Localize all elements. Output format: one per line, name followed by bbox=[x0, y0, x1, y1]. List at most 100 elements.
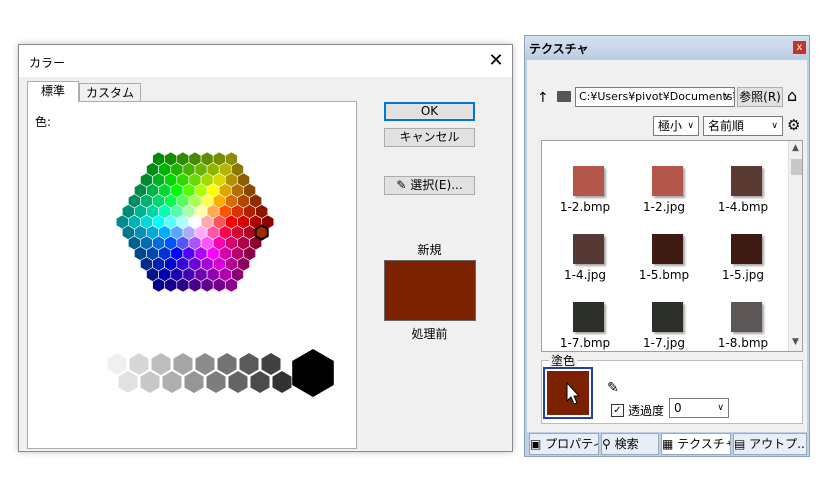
cursor-icon bbox=[566, 381, 581, 405]
outline-icon: ▤ bbox=[734, 437, 746, 451]
texture-item[interactable]: 1-5.bmp bbox=[625, 229, 703, 297]
tab-search[interactable]: ⚲ 検索 bbox=[601, 433, 659, 455]
chevron-down-icon: ∨ bbox=[771, 121, 778, 131]
eyedropper-icon: ✎ bbox=[396, 178, 407, 192]
texture-panel-title: テクスチャ bbox=[529, 42, 589, 56]
texture-grid: 1-2.bmp 1-2.jpg 1-4.bmp 1-4.jpg 1-5.bmp 1-5.j… bbox=[541, 140, 803, 352]
gray-cell[interactable] bbox=[150, 351, 172, 377]
size-value: 極小 bbox=[658, 119, 683, 133]
chevron-down-icon: ∨ bbox=[717, 403, 724, 413]
texture-name: 1-5.bmp bbox=[638, 268, 690, 282]
sort-order-dropdown[interactable]: 名前順 ∨ bbox=[703, 116, 783, 136]
selected-color-cell[interactable] bbox=[254, 224, 269, 241]
home-icon[interactable]: ⌂ bbox=[787, 86, 797, 105]
tab-properties[interactable]: ▣ プロパティ bbox=[529, 433, 599, 455]
gray-cell[interactable] bbox=[260, 351, 282, 377]
texture-name: 1-2.bmp bbox=[559, 200, 611, 214]
opacity-checkbox[interactable]: ✓ bbox=[611, 404, 624, 417]
texture-thumbnail bbox=[731, 234, 762, 264]
texture-icon: ▦ bbox=[662, 437, 674, 451]
tab-outline-label: アウトプ... bbox=[749, 437, 807, 451]
tab-standard[interactable]: 標準 bbox=[27, 81, 79, 102]
texture-thumbnail bbox=[573, 302, 604, 332]
texture-item[interactable]: 1-2.jpg bbox=[625, 161, 703, 229]
texture-panel: テクスチャ x ↑ C:¥Users¥pivot¥Documents¥ ∨ 参照… bbox=[524, 35, 810, 457]
paint-color-swatch[interactable] bbox=[543, 367, 593, 419]
texture-thumbnail bbox=[573, 234, 604, 264]
texture-thumbnail bbox=[573, 166, 604, 196]
gray-cell[interactable] bbox=[238, 351, 260, 377]
gray-cell[interactable] bbox=[128, 351, 150, 377]
scroll-thumb[interactable] bbox=[791, 159, 802, 175]
texture-item[interactable]: 1-8.bmp bbox=[704, 297, 782, 351]
gray-cell[interactable] bbox=[183, 369, 205, 395]
binoculars-icon: ⚲ bbox=[602, 437, 611, 451]
texture-thumbnail bbox=[731, 166, 762, 196]
opacity-label: 透過度 bbox=[628, 404, 665, 418]
tab-custom[interactable]: カスタム bbox=[79, 83, 141, 102]
texture-name: 1-4.jpg bbox=[564, 268, 606, 282]
cancel-button[interactable]: キャンセル bbox=[384, 128, 475, 147]
opacity-dropdown[interactable]: 0 ∨ bbox=[669, 398, 729, 418]
texture-name: 1-7.bmp bbox=[559, 336, 611, 350]
tab-texture[interactable]: ▦ テクスチャ bbox=[661, 433, 731, 455]
new-color-label: 新規 bbox=[417, 243, 442, 257]
chevron-down-icon: ∨ bbox=[687, 121, 694, 131]
tab-outline[interactable]: ▤ アウトプ... bbox=[733, 433, 807, 455]
tab-properties-label: プロパティ bbox=[545, 437, 599, 451]
gray-cell[interactable] bbox=[106, 351, 128, 377]
texture-item[interactable]: 1-7.bmp bbox=[546, 297, 624, 351]
gray-cell[interactable] bbox=[216, 351, 238, 377]
thumbnail-size-dropdown[interactable]: 極小 ∨ bbox=[653, 116, 699, 136]
up-arrow-icon[interactable]: ↑ bbox=[537, 90, 549, 106]
color-dialog: カラー ✕ 標準 カスタム 色: OK キャンセル ✎ 選択(E)... 新規 … bbox=[18, 44, 513, 452]
scroll-up-icon[interactable]: ▲ bbox=[792, 143, 799, 153]
new-color-swatch bbox=[384, 260, 476, 321]
gray-cell[interactable] bbox=[227, 369, 249, 395]
texture-item[interactable]: 1-2.bmp bbox=[546, 161, 624, 229]
texture-item[interactable]: 1-4.bmp bbox=[704, 161, 782, 229]
scroll-down-icon[interactable]: ▼ bbox=[792, 337, 799, 347]
texture-item[interactable]: 1-5.jpg bbox=[704, 229, 782, 297]
chevron-down-icon: ∨ bbox=[723, 92, 730, 102]
tab-search-label: 検索 bbox=[614, 437, 639, 451]
path-dropdown[interactable]: C:¥Users¥pivot¥Documents¥ ∨ bbox=[575, 87, 735, 107]
texture-thumbnail bbox=[652, 166, 683, 196]
texture-item[interactable]: 1-7.jpg bbox=[625, 297, 703, 351]
texture-thumbnail bbox=[731, 302, 762, 332]
gray-cell[interactable] bbox=[172, 351, 194, 377]
folder-icon bbox=[557, 91, 571, 102]
properties-icon: ▣ bbox=[530, 437, 542, 451]
gray-cell[interactable] bbox=[271, 369, 293, 395]
paint-color-fill bbox=[547, 371, 589, 415]
sort-value: 名前順 bbox=[708, 119, 745, 133]
gray-cell[interactable] bbox=[205, 369, 227, 395]
gray-cell[interactable] bbox=[117, 369, 139, 395]
gray-cell[interactable] bbox=[139, 369, 161, 395]
ok-button[interactable]: OK bbox=[384, 102, 475, 121]
path-value: C:¥Users¥pivot¥Documents¥ bbox=[579, 90, 735, 103]
black-color-cell[interactable] bbox=[292, 349, 334, 397]
gray-cell[interactable] bbox=[161, 369, 183, 395]
texture-name: 1-2.jpg bbox=[643, 200, 685, 214]
dialog-titlebar: カラー ✕ bbox=[19, 45, 512, 77]
dialog-title: カラー bbox=[29, 56, 66, 70]
eyedropper-icon[interactable]: ✎ bbox=[607, 380, 619, 396]
texture-item[interactable]: 1-4.jpg bbox=[546, 229, 624, 297]
color-hexagon-palette[interactable] bbox=[28, 102, 358, 450]
close-icon[interactable]: ✕ bbox=[485, 50, 507, 72]
close-icon[interactable]: x bbox=[793, 41, 806, 54]
vertical-scrollbar[interactable]: ▲ ▼ bbox=[788, 141, 802, 351]
browse-button[interactable]: 参照(R) bbox=[737, 87, 783, 107]
pick-color-label: 選択(E)... bbox=[410, 178, 463, 192]
pick-color-button[interactable]: ✎ 選択(E)... bbox=[384, 176, 475, 195]
gray-cell[interactable] bbox=[249, 369, 271, 395]
gray-cell[interactable] bbox=[194, 351, 216, 377]
gear-icon[interactable]: ⚙ bbox=[787, 116, 800, 134]
texture-thumbnail bbox=[652, 234, 683, 264]
texture-titlebar: テクスチャ x bbox=[525, 36, 809, 60]
texture-name: 1-5.jpg bbox=[722, 268, 764, 282]
color-label: 色: bbox=[35, 115, 52, 129]
tab-texture-label: テクスチャ bbox=[677, 437, 731, 451]
standard-tab-panel bbox=[27, 101, 357, 449]
